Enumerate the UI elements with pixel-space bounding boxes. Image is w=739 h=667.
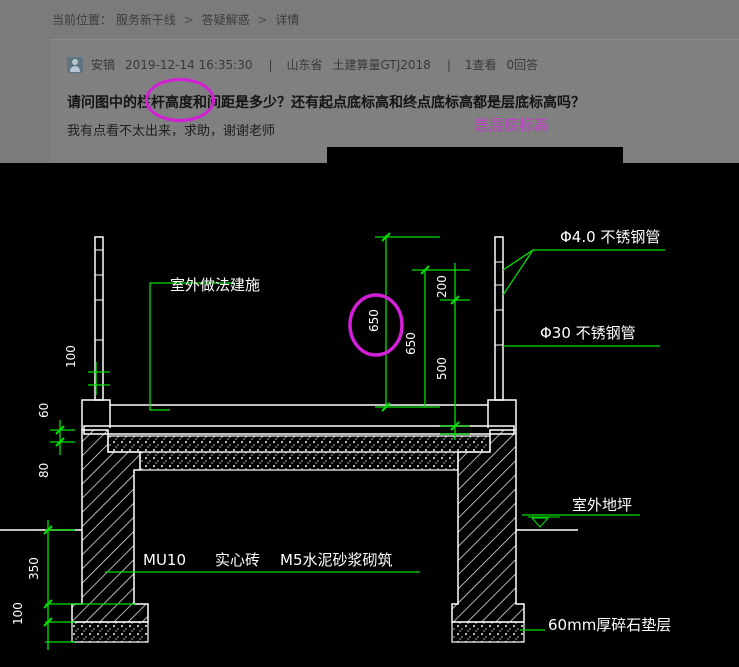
elevation-mark bbox=[530, 517, 550, 528]
dim-total: 650 bbox=[367, 309, 381, 332]
dim-100: 100 bbox=[64, 345, 78, 368]
dim-60: 60 bbox=[37, 403, 51, 418]
label-steel-top: Φ4.0 不锈钢管 bbox=[560, 228, 660, 246]
dim-upper: 200 bbox=[435, 275, 449, 298]
dim-100b: 100 bbox=[11, 602, 25, 625]
dim-80: 80 bbox=[37, 463, 51, 478]
label-wall-c: M5水泥砂浆砌筑 bbox=[280, 551, 393, 569]
view-count: 1查看 bbox=[464, 58, 497, 72]
label-outer-ground: 室外地坪 bbox=[572, 496, 632, 514]
cad-drawing: Φ4.0 不锈钢管 Φ30 不锈钢管 室外做法建施 室外地坪 MU10 实心砖 … bbox=[0, 163, 739, 667]
breadcrumb-separator: > bbox=[183, 13, 194, 27]
dim-350: 350 bbox=[27, 557, 41, 580]
post-datetime: 2019-12-14 16:35:30 bbox=[125, 57, 253, 72]
avatar[interactable] bbox=[67, 56, 83, 73]
right-wall bbox=[451, 429, 525, 643]
highlight-circle bbox=[145, 78, 215, 122]
label-base: 60mm厚碎石垫层 bbox=[548, 616, 671, 634]
meta-separator: | bbox=[446, 57, 451, 72]
post-region: 山东省 bbox=[286, 58, 323, 72]
post-meta: 安镝 2019-12-14 16:35:30 | 山东省 土建算量GTJ2018… bbox=[67, 56, 548, 73]
page-header-area: 当前位置： 服务新干线 > 答疑解惑 > 详情 安镝 2019-12-14 16… bbox=[0, 0, 739, 164]
meta-separator: | bbox=[268, 57, 273, 72]
left-wall bbox=[71, 429, 149, 643]
label-inner-finish: 室外做法建施 bbox=[170, 276, 260, 294]
annotation-note: 是层底标高 bbox=[474, 116, 550, 134]
post-software: 土建算量GTJ2018 bbox=[332, 58, 431, 72]
cad-svg: Φ4.0 不锈钢管 Φ30 不锈钢管 室外做法建施 室外地坪 MU10 实心砖 … bbox=[0, 228, 671, 650]
breadcrumb-item-qa[interactable]: 答疑解惑 bbox=[202, 13, 250, 27]
breadcrumb-prefix: 当前位置： bbox=[52, 13, 113, 27]
label-wall-a: MU10 bbox=[143, 551, 186, 569]
author-name[interactable]: 安镝 bbox=[91, 56, 115, 73]
answer-count: 0回答 bbox=[506, 58, 539, 72]
dim-lower: 500 bbox=[435, 357, 449, 380]
breadcrumb-item-service[interactable]: 服务新干线 bbox=[116, 13, 176, 27]
slab-layer bbox=[107, 435, 491, 453]
label-wall-b: 实心砖 bbox=[215, 551, 260, 569]
breadcrumb-item-detail: 详情 bbox=[275, 13, 300, 27]
drawing-top-edge bbox=[327, 147, 623, 163]
slab-fill bbox=[139, 451, 459, 471]
breadcrumb-separator: > bbox=[257, 13, 268, 27]
dim-total-b: 650 bbox=[404, 332, 418, 355]
question-detail: 我有点看不太出来，求助，谢谢老师 bbox=[67, 124, 276, 139]
breadcrumb: 当前位置： 服务新干线 > 答疑解惑 > 详情 bbox=[52, 11, 299, 28]
label-steel-mid: Φ30 不锈钢管 bbox=[540, 324, 636, 342]
right-railing-post bbox=[494, 236, 504, 401]
